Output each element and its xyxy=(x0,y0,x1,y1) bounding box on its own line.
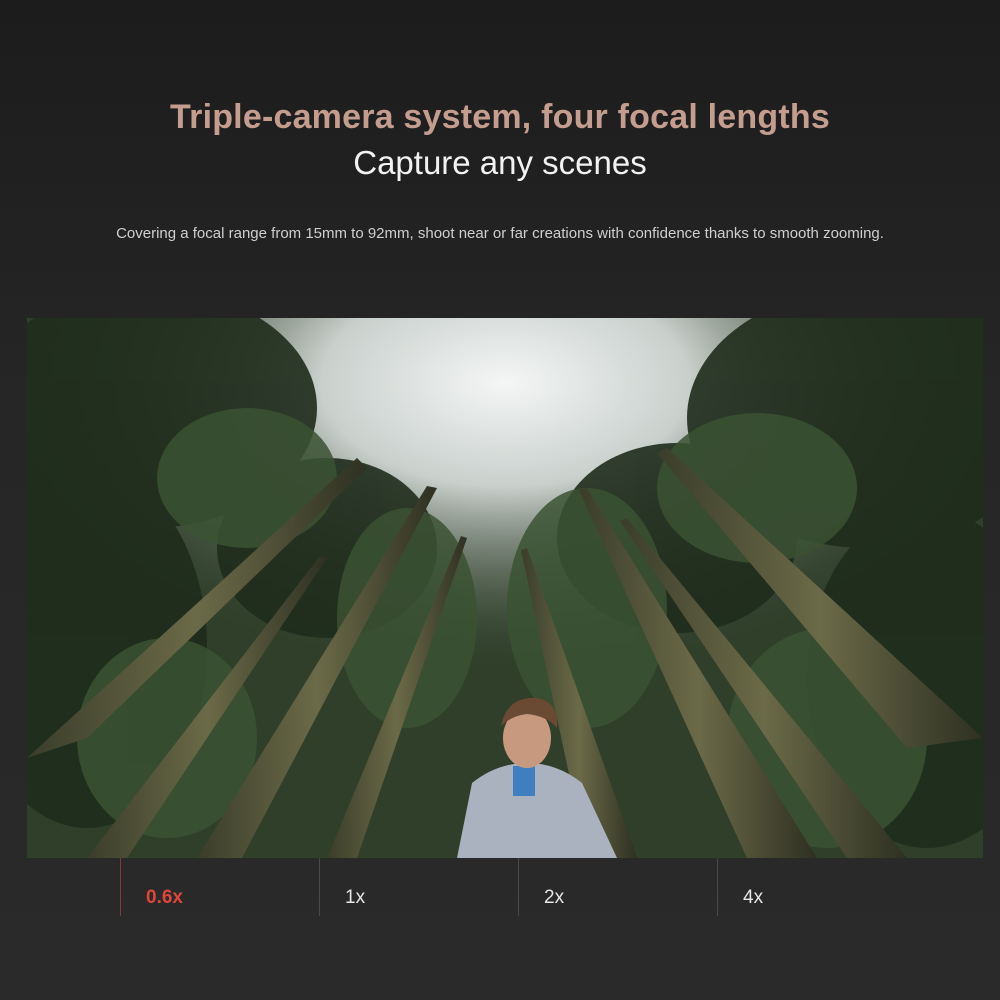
zoom-tab-label: 2x xyxy=(544,887,565,908)
feature-section: Triple-camera system, four focal lengths… xyxy=(0,0,1000,1000)
zoom-selector: 0.6x 1x 2x 4x xyxy=(0,858,1000,916)
zoom-tab-4x[interactable]: 4x xyxy=(717,858,916,916)
description: Covering a focal range from 15mm to 92mm… xyxy=(116,225,884,242)
subheadline: Capture any scenes xyxy=(353,144,647,181)
zoom-tab-1x[interactable]: 1x xyxy=(319,858,518,916)
zoom-tab-2x[interactable]: 2x xyxy=(518,858,717,916)
zoom-tab-0-6x[interactable]: 0.6x xyxy=(120,858,319,916)
zoom-tab-label: 4x xyxy=(743,887,764,908)
zoom-tab-label: 1x xyxy=(345,887,366,908)
zoom-tab-label: 0.6x xyxy=(146,887,183,908)
forest-photo xyxy=(27,318,983,858)
headline: Triple-camera system, four focal lengths xyxy=(170,98,830,136)
